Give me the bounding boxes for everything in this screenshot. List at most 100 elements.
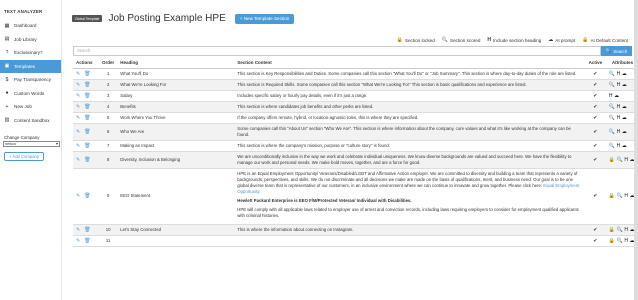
trash-icon[interactable]: 🗑 [84, 129, 90, 135]
content-text: HPE is an Equal Employment Opportunity/ … [237, 170, 578, 188]
attribute-legend: 🔒 Section locked 🔍 Section scored H Include… [390, 37, 628, 43]
row-active[interactable]: ✔ [584, 140, 606, 152]
check-icon: ✔ [593, 156, 598, 163]
edit-icon[interactable]: ✎ [76, 143, 80, 149]
search-icon: 🔍 [616, 156, 623, 163]
content-paragraph: HPE will comply with all applicable laws… [237, 207, 582, 219]
row-actions: ✎ 🗑 [73, 123, 99, 141]
trash-icon[interactable]: 🗑 [84, 227, 90, 233]
sidebar-item-dashboard[interactable]: ▦ Dashboard [0, 19, 61, 33]
ai-prompt-icon: ☁ [614, 92, 620, 99]
check-icon: ✔ [593, 142, 598, 149]
page-header: Global Template Job Posting Example HPE … [72, 13, 295, 24]
ai-prompt-icon: ☁ [621, 70, 627, 77]
row-active[interactable]: ✔ [584, 224, 606, 236]
heading-icon: H [616, 142, 621, 149]
legend-label: Section locked [404, 37, 435, 43]
row-active[interactable]: ✔ [584, 101, 606, 113]
table-row: ✎ 🗑 1 What You'll Do This section is Key Res… [73, 68, 638, 80]
search-row: Search 🔍 Search [73, 46, 632, 56]
legend-section-scored: 🔍 Section scored [442, 37, 481, 43]
sidebar: TEXT ANALYZER ▦ Dashboard ▤ Job Library ? E… [0, 0, 62, 300]
trash-icon[interactable]: 🗑 [84, 71, 90, 77]
edit-icon[interactable]: ✎ [76, 115, 80, 121]
row-active[interactable]: ✔ [584, 123, 606, 141]
sandbox-icon: ▥ [4, 117, 10, 124]
edit-icon[interactable]: ✎ [76, 93, 80, 99]
column-header-order: Order [99, 58, 118, 69]
row-active[interactable]: ✔ [584, 151, 606, 169]
scrollbar-thumb[interactable] [634, 0, 638, 300]
content-text: Hewlett Packard Enterprise is EEO F/M/Pr… [237, 197, 412, 203]
row-active[interactable]: ✔ [584, 68, 606, 80]
trash-icon[interactable]: 🗑 [84, 143, 90, 149]
ai-prompt-icon: ☁ [548, 37, 554, 43]
sidebar-item-new-job[interactable]: + New Job [0, 100, 61, 114]
edit-icon[interactable]: ✎ [76, 193, 80, 199]
ai-prompt-icon: ☁ [621, 103, 627, 110]
edit-icon[interactable]: ✎ [76, 157, 80, 163]
trash-icon[interactable]: 🗑 [84, 93, 90, 99]
table-row: ✎ 🗑 9 EEO Statement HPE is an Equal Employme… [73, 168, 638, 225]
row-active[interactable]: ✔ [584, 112, 606, 124]
sidebar-item-label: Custom Words [14, 90, 45, 96]
company-select[interactable]: newco ▾ [3, 141, 60, 147]
row-content: This section is Required Skills. Some co… [234, 79, 585, 91]
main-content: Global Template Job Posting Example HPE … [62, 0, 638, 300]
row-order: 9 [99, 168, 118, 225]
sidebar-item-custom-words[interactable]: ● Custom Words [0, 87, 61, 101]
row-heading: Salary [117, 90, 235, 102]
trash-icon[interactable]: 🗑 [84, 193, 90, 199]
row-actions: ✎ 🗑 [73, 224, 99, 236]
sidebar-item-job-library[interactable]: ▤ Job Library [0, 33, 61, 47]
trash-icon[interactable]: 🗑 [84, 238, 90, 244]
sidebar-item-templates[interactable]: ▣ Templates [0, 59, 61, 73]
content-text: Includes specific salary or hourly pay d… [237, 92, 368, 98]
row-heading: What We're Looking For [117, 79, 235, 91]
edit-icon[interactable]: ✎ [76, 227, 80, 233]
row-content: This section is Key Responsibilities and… [234, 68, 585, 80]
heading-icon: H [487, 37, 492, 43]
row-order: 1 [99, 68, 118, 80]
add-company-button[interactable]: + Add Company [4, 152, 44, 161]
row-content: We are unconditionally inclusive in the … [234, 151, 585, 169]
scrollbar[interactable] [634, 0, 638, 300]
trash-icon[interactable]: 🗑 [84, 115, 90, 121]
edit-icon[interactable]: ✎ [76, 129, 80, 135]
table-row: ✎ 🗑 3 Salary Includes specific salary or hou… [73, 90, 638, 102]
row-active[interactable]: ✔ [584, 168, 606, 225]
row-active[interactable]: ✔ [584, 79, 606, 91]
edit-icon[interactable]: ✎ [76, 71, 80, 77]
search-button[interactable]: 🔍 Search [601, 46, 632, 56]
trash-icon[interactable]: 🗑 [84, 157, 90, 163]
document-icon: ▤ [4, 36, 10, 43]
new-template-section-button[interactable]: + New Template Section [234, 13, 295, 24]
sidebar-item-content-sandbox[interactable]: ▥ Content Sandbox [0, 114, 61, 128]
check-icon: ✔ [593, 70, 598, 77]
row-actions: ✎ 🗑 [73, 168, 99, 225]
row-order: 8 [99, 151, 118, 169]
edit-icon[interactable]: ✎ [76, 82, 80, 88]
row-heading: Benefits [117, 101, 235, 113]
row-actions: ✎ 🗑 [73, 79, 99, 91]
row-content: This is where the information about conn… [234, 224, 585, 236]
sidebar-item-exclusionary[interactable]: ? Exclusionary? [0, 46, 61, 60]
edit-icon[interactable]: ✎ [76, 238, 80, 244]
sidebar-item-pay-transparency[interactable]: $ Pay Transparency [0, 73, 61, 87]
company-select-value: newco [5, 142, 16, 146]
search-input[interactable]: Search [73, 46, 601, 56]
trash-icon[interactable]: 🗑 [84, 104, 90, 110]
sidebar-item-label: New Job [14, 104, 32, 110]
search-icon: 🔍 [616, 237, 623, 244]
edit-icon[interactable]: ✎ [76, 104, 80, 110]
row-actions: ✎ 🗑 [73, 90, 99, 102]
row-content: This section is where candidates job ben… [234, 101, 585, 113]
trash-icon[interactable]: 🗑 [84, 82, 90, 88]
row-active[interactable]: ✔ [584, 235, 606, 247]
row-active[interactable]: ✔ [584, 90, 606, 102]
dollar-icon: $ [5, 76, 9, 83]
content-text: HPE will comply with all applicable laws… [237, 206, 579, 218]
row-heading: Making an Impact [117, 140, 235, 152]
column-header-active: Active [584, 58, 606, 69]
heading-icon: H [624, 237, 628, 244]
